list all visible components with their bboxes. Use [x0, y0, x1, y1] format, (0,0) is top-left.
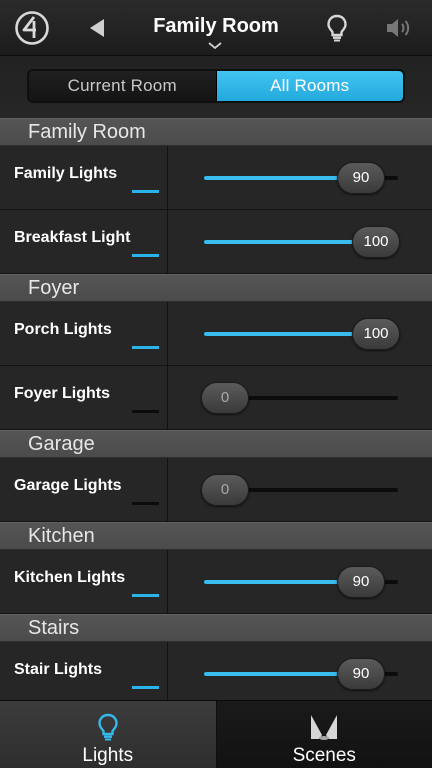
section-header: Kitchen [0, 522, 432, 550]
dimmer-slider-knob[interactable]: 100 [352, 226, 400, 258]
light-name: Breakfast Light [14, 229, 131, 246]
light-status-indicator [132, 686, 159, 689]
light-name: Porch Lights [14, 321, 112, 338]
light-name: Garage Lights [14, 477, 122, 494]
room-filter-bar: Current Room All Rooms [0, 56, 432, 118]
page-title[interactable]: Family Room [140, 15, 292, 38]
light-status-indicator [132, 254, 159, 257]
light-status-indicator [132, 346, 159, 349]
dimmer-slider-knob[interactable]: 90 [337, 658, 385, 690]
light-toggle[interactable]: Breakfast Light [0, 210, 168, 273]
light-row: Breakfast Light 100 [0, 210, 432, 274]
scenes-icon [311, 715, 338, 740]
all-rooms-tab[interactable]: All Rooms [216, 71, 403, 101]
light-status-indicator [132, 410, 159, 413]
lightbulb-icon[interactable] [326, 14, 348, 42]
light-name: Kitchen Lights [14, 569, 126, 586]
light-row: Kitchen Lights 90 [0, 550, 432, 614]
light-row: Garage Lights 0 [0, 458, 432, 522]
light-status-indicator [132, 190, 159, 193]
light-toggle[interactable]: Foyer Lights [0, 366, 168, 429]
light-status-indicator [132, 502, 159, 505]
tab-lights[interactable]: Lights [0, 701, 217, 768]
top-bar: Family Room [0, 0, 432, 56]
section-header: Stairs [0, 614, 432, 642]
section-header: Family Room [0, 118, 432, 146]
dimmer-slider-knob[interactable]: 90 [337, 162, 385, 194]
dimmer-slider-fill [204, 332, 376, 336]
light-toggle[interactable]: Garage Lights [0, 458, 168, 521]
dimmer-slider-knob[interactable]: 0 [201, 382, 249, 414]
lightbulb-icon [98, 713, 118, 741]
dimmer-slider-knob[interactable]: 0 [201, 474, 249, 506]
section-header: Garage [0, 430, 432, 458]
light-toggle[interactable]: Porch Lights [0, 302, 168, 365]
current-room-tab[interactable]: Current Room [29, 71, 217, 101]
back-arrow-icon[interactable] [86, 16, 110, 40]
light-name: Family Lights [14, 165, 118, 182]
light-name: Foyer Lights [14, 385, 111, 402]
light-name: Stair Lights [14, 661, 103, 678]
volume-icon[interactable] [385, 16, 413, 40]
light-toggle[interactable]: Family Lights [0, 146, 168, 209]
light-row: Stair Lights 90 [0, 642, 432, 700]
control4-logo-icon[interactable] [14, 10, 50, 46]
light-toggle[interactable]: Kitchen Lights [0, 550, 168, 613]
light-row: Foyer Lights 0 [0, 366, 432, 430]
light-status-indicator [132, 594, 159, 597]
dimmer-slider-fill [204, 240, 376, 244]
lights-list[interactable]: Family Room Family Lights 90 Breakfast Ligh… [0, 118, 432, 700]
room-filter-segmented-control: Current Room All Rooms [27, 69, 405, 103]
bottom-tab-bar: Lights Scenes [0, 700, 432, 768]
light-row: Family Lights 90 [0, 146, 432, 210]
tab-scenes-label: Scenes [292, 745, 356, 766]
section-header: Foyer [0, 274, 432, 302]
dimmer-slider-knob[interactable]: 100 [352, 318, 400, 350]
tab-lights-label: Lights [82, 745, 134, 766]
light-toggle[interactable]: Stair Lights [0, 642, 168, 700]
light-row: Porch Lights 100 [0, 302, 432, 366]
tab-scenes[interactable]: Scenes [216, 701, 432, 768]
dimmer-slider-knob[interactable]: 90 [337, 566, 385, 598]
chevron-down-icon[interactable] [207, 41, 223, 51]
